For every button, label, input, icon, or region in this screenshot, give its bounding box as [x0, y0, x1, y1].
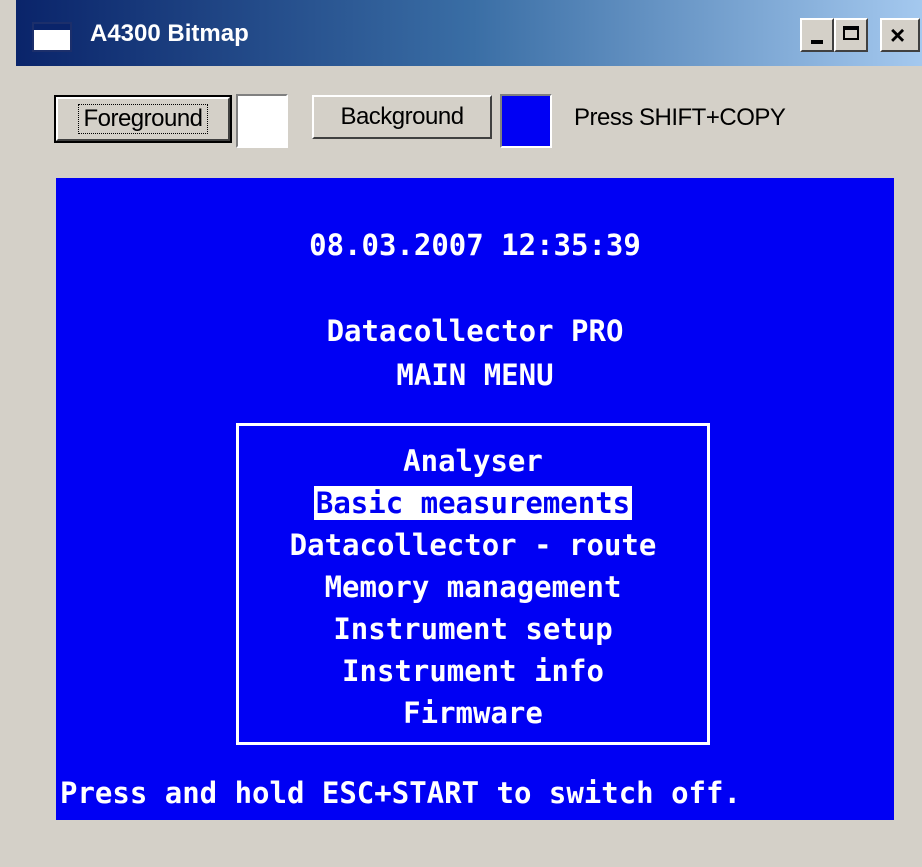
copy-hint: Press SHIFT+COPY	[574, 104, 786, 131]
footer-hint: Press and hold ESC+START to switch off.	[60, 776, 741, 810]
menu-item-label: Firmware	[403, 696, 543, 730]
menu-item-label: Basic measurements	[313, 486, 633, 520]
datetime: 08.03.2007 12:35:39	[309, 228, 641, 262]
menu-item: Firmware	[239, 692, 707, 734]
minimize-button[interactable]	[800, 18, 834, 52]
close-icon: ×	[890, 20, 906, 50]
menu-item: Datacollector - route	[239, 524, 707, 566]
background-button[interactable]: Background	[312, 95, 492, 139]
menu-item-label: Analyser	[403, 444, 543, 478]
device-screen-bitmap: 08.03.2007 12:35:39 Datacollector PRO MA…	[56, 178, 894, 820]
menu-item-label: Memory management	[324, 570, 622, 604]
background-button-label: Background	[340, 103, 464, 130]
menu-item-label: Instrument setup	[333, 612, 613, 646]
window-icon[interactable]	[32, 22, 72, 52]
menu-item: Instrument setup	[239, 608, 707, 650]
menu-title: MAIN MENU	[396, 358, 554, 392]
title-bar[interactable]: A4300 Bitmap ×	[16, 0, 922, 66]
menu-item: Analyser	[239, 440, 707, 482]
foreground-color-swatch	[236, 94, 288, 148]
foreground-button-label: Foreground	[78, 104, 208, 134]
menu-item: Memory management	[239, 566, 707, 608]
close-button[interactable]: ×	[880, 18, 920, 52]
menu-item: Instrument info	[239, 650, 707, 692]
background-color-swatch	[500, 94, 552, 148]
foreground-button[interactable]: Foreground	[54, 95, 232, 143]
menu-item: Basic measurements	[239, 482, 707, 524]
menu-item-label: Instrument info	[342, 654, 604, 688]
maximize-button[interactable]	[834, 18, 868, 52]
menu-item-label: Datacollector - route	[289, 528, 657, 562]
window-title: A4300 Bitmap	[90, 20, 249, 47]
main-menu: Analyser Basic measurements Datacollector …	[236, 423, 710, 745]
menu-list: Analyser Basic measurements Datacollector …	[239, 440, 707, 734]
app-name: Datacollector PRO	[326, 314, 624, 348]
app-window: A4300 Bitmap × Foreground Background Pre…	[0, 0, 922, 867]
